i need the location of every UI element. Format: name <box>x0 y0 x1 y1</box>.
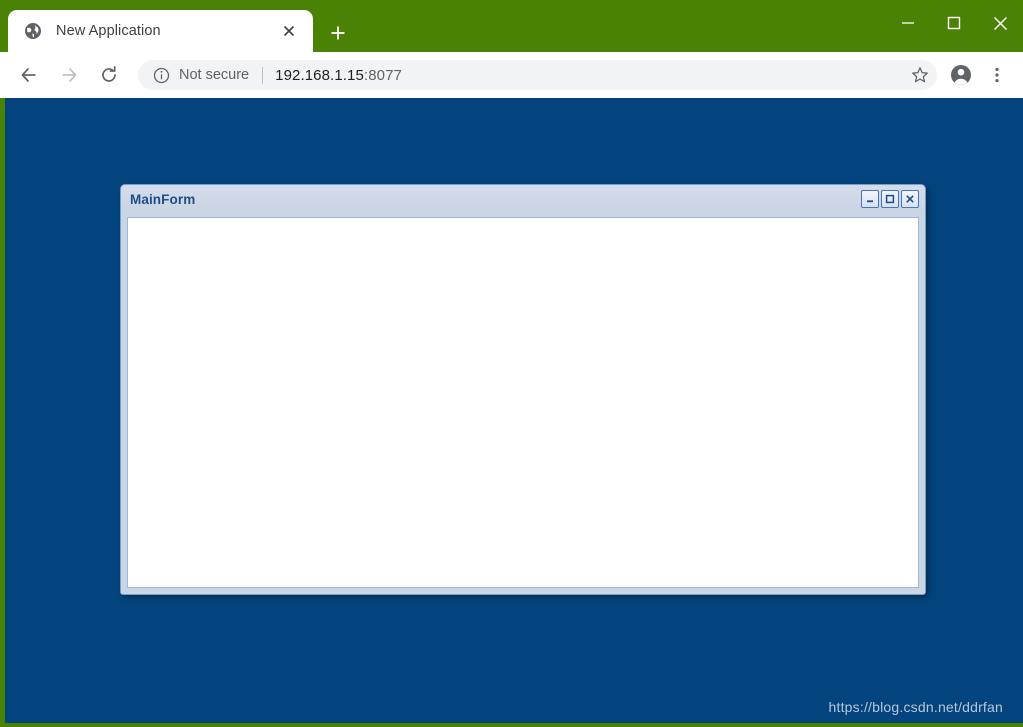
watermark-text: https://blog.csdn.net/ddrfan <box>828 699 1003 715</box>
browser-window: New Application Not secure 192.168.1.15:… <box>0 0 1023 727</box>
info-circle-icon[interactable] <box>152 66 170 84</box>
mainform-window-controls <box>861 190 919 208</box>
address-bar-url: 192.168.1.15:8077 <box>275 67 402 84</box>
forward-button[interactable] <box>49 55 89 95</box>
minimize-icon <box>901 16 915 30</box>
mainform-title: MainForm <box>130 191 196 207</box>
plus-icon <box>330 25 346 41</box>
forward-arrow-icon <box>59 65 79 85</box>
mainform-maximize-button[interactable] <box>881 190 899 208</box>
url-port: :8077 <box>363 66 402 84</box>
url-host: 192.168.1.15 <box>275 66 364 84</box>
security-status-text: Not secure <box>179 67 250 83</box>
minimize-icon <box>865 194 875 204</box>
omnibox-divider <box>262 66 264 84</box>
mainform-titlebar[interactable]: MainForm <box>121 185 925 213</box>
three-dot-menu-icon <box>988 66 1006 84</box>
browser-tab[interactable]: New Application <box>8 10 313 52</box>
page-viewport: MainForm https://blog.csdn.net/ddrfan <box>5 98 1023 723</box>
globe-icon <box>24 22 42 40</box>
mainform-close-button[interactable] <box>901 190 919 208</box>
back-arrow-icon <box>19 65 39 85</box>
window-maximize-button[interactable] <box>931 0 977 46</box>
new-tab-button[interactable] <box>322 18 354 48</box>
profile-button[interactable] <box>943 57 979 93</box>
window-close-button[interactable] <box>977 0 1023 46</box>
mainform-minimize-button[interactable] <box>861 190 879 208</box>
close-icon <box>905 194 915 204</box>
reload-icon <box>99 65 119 85</box>
browser-tab-strip: New Application <box>0 0 1023 52</box>
mainform-client-area[interactable] <box>127 217 919 588</box>
browser-menu-button[interactable] <box>979 57 1015 93</box>
account-avatar-icon <box>949 63 973 87</box>
browser-toolbar: Not secure 192.168.1.15:8077 <box>0 52 1023 98</box>
close-icon <box>993 16 1008 31</box>
browser-tab-title: New Application <box>56 23 161 39</box>
reload-button[interactable] <box>89 55 129 95</box>
maximize-icon <box>885 194 895 204</box>
browser-window-controls <box>885 0 1023 46</box>
mainform-window[interactable]: MainForm <box>120 184 926 595</box>
maximize-icon <box>947 16 961 30</box>
address-bar[interactable]: Not secure 192.168.1.15:8077 <box>138 60 937 90</box>
window-minimize-button[interactable] <box>885 0 931 46</box>
back-button[interactable] <box>9 55 49 95</box>
bookmark-star-icon[interactable] <box>905 60 935 90</box>
tab-close-icon[interactable] <box>275 17 303 45</box>
